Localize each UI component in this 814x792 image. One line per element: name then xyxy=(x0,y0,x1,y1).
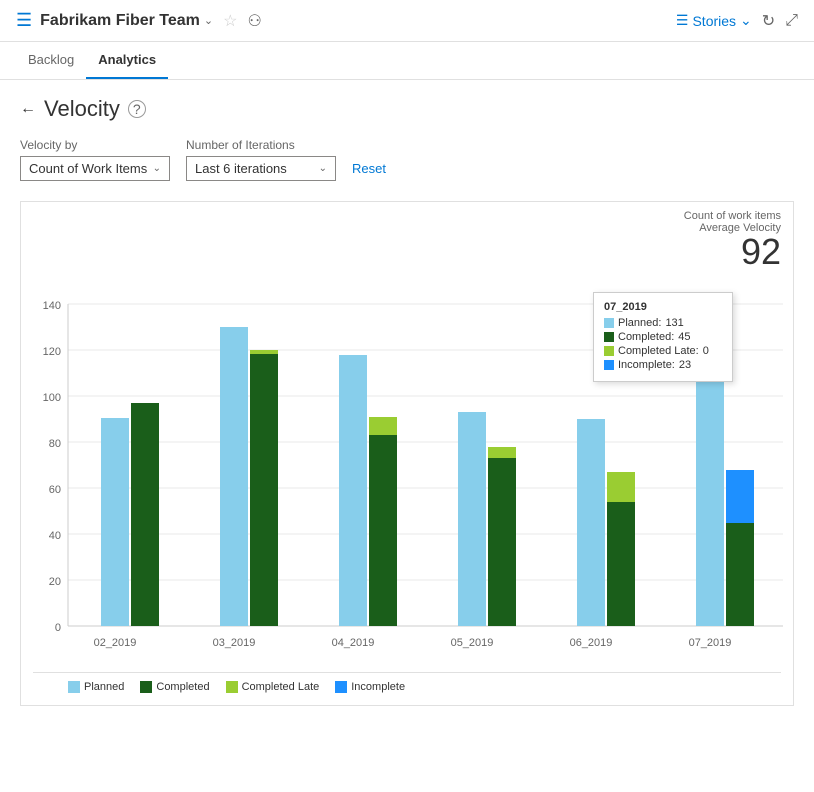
velocity-by-chevron-icon: ⌄ xyxy=(153,163,161,174)
svg-text:80: 80 xyxy=(49,438,61,450)
legend-completed-label: Completed xyxy=(156,681,209,693)
iterations-label: Number of Iterations xyxy=(186,138,336,152)
bar-05-completed-late xyxy=(488,447,516,458)
velocity-by-value: Count of Work Items xyxy=(29,161,147,176)
svg-text:140: 140 xyxy=(43,300,61,312)
chart-meta-value: 92 xyxy=(684,234,781,270)
reset-button[interactable]: Reset xyxy=(352,156,386,181)
tooltip-planned-value: 131 xyxy=(665,317,683,329)
legend-incomplete: Incomplete xyxy=(335,681,405,693)
svg-text:20: 20 xyxy=(49,576,61,588)
bar-06-completed-late xyxy=(607,472,635,502)
help-icon[interactable]: ? xyxy=(128,100,146,118)
legend-completed-late: Completed Late xyxy=(226,681,320,693)
x-label-05: 05_2019 xyxy=(451,637,494,649)
x-label-02: 02_2019 xyxy=(94,637,137,649)
page-header: ← Velocity ? xyxy=(20,96,794,122)
bar-03-completed-late xyxy=(250,350,278,354)
tooltip-sprint: 07_2019 xyxy=(604,301,722,313)
tabs-bar: Backlog Analytics xyxy=(0,42,814,80)
stories-button[interactable]: ☰ Stories ⌄ xyxy=(676,12,752,29)
chart-meta-label1: Count of work items xyxy=(684,210,781,222)
svg-text:40: 40 xyxy=(49,530,61,542)
tooltip-planned-label: Planned: xyxy=(618,317,661,329)
iterations-select[interactable]: Last 6 iterations ⌄ xyxy=(186,156,336,181)
legend-completed-late-label: Completed Late xyxy=(242,681,320,693)
legend-incomplete-label: Incomplete xyxy=(351,681,405,693)
legend-completed: Completed xyxy=(140,681,209,693)
tab-analytics[interactable]: Analytics xyxy=(86,42,168,79)
app-icon: ☰ xyxy=(16,10,32,31)
legend-completed-late-color xyxy=(226,681,238,693)
tooltip-planned-row: Planned: 131 xyxy=(604,317,722,329)
legend-completed-color xyxy=(140,681,152,693)
legend-planned: Planned xyxy=(68,681,124,693)
main-content: ← Velocity ? Velocity by Count of Work I… xyxy=(0,80,814,722)
page-title: Velocity xyxy=(44,96,120,122)
team-chevron-icon[interactable]: ⌄ xyxy=(204,14,213,27)
bar-07-incomplete xyxy=(726,470,754,523)
bar-05-completed xyxy=(488,458,516,626)
bar-07-completed xyxy=(726,523,754,626)
tooltip-incomplete-label: Incomplete: xyxy=(618,359,675,371)
tooltip-incomplete-value: 23 xyxy=(679,359,691,371)
tooltip-completed-late-value: 0 xyxy=(703,345,709,357)
tooltip-incomplete-color xyxy=(604,360,614,370)
bar-05-planned xyxy=(458,412,486,626)
tooltip-completed-late-color xyxy=(604,346,614,356)
tooltip-completed-late-label: Completed Late: xyxy=(618,345,699,357)
header-right: ☰ Stories ⌄ ↻ ⤢ xyxy=(676,11,798,31)
chart-legend: Planned Completed Completed Late Incompl… xyxy=(33,672,781,693)
stories-label: Stories xyxy=(692,13,736,29)
chart-tooltip: 07_2019 Planned: 131 Completed: 45 Compl… xyxy=(593,292,733,382)
bar-04-completed xyxy=(369,435,397,626)
stories-chevron-icon: ⌄ xyxy=(740,12,752,29)
x-label-03: 03_2019 xyxy=(213,637,256,649)
svg-text:100: 100 xyxy=(43,392,61,404)
x-label-06: 06_2019 xyxy=(570,637,613,649)
iterations-chevron-icon: ⌄ xyxy=(319,163,327,174)
x-label-04: 04_2019 xyxy=(332,637,375,649)
x-label-07: 07_2019 xyxy=(689,637,732,649)
tooltip-completed-label: Completed: xyxy=(618,331,674,343)
tooltip-planned-color xyxy=(604,318,614,328)
svg-text:60: 60 xyxy=(49,484,61,496)
team-members-icon[interactable]: ⚇ xyxy=(247,11,261,31)
expand-icon[interactable]: ⤢ xyxy=(785,12,798,30)
svg-text:120: 120 xyxy=(43,346,61,358)
back-button[interactable]: ← xyxy=(20,100,36,118)
bar-06-planned xyxy=(577,419,605,626)
velocity-by-filter: Velocity by Count of Work Items ⌄ xyxy=(20,138,170,181)
tooltip-completed-row: Completed: 45 xyxy=(604,331,722,343)
iterations-filter: Number of Iterations Last 6 iterations ⌄ xyxy=(186,138,336,181)
tab-backlog[interactable]: Backlog xyxy=(16,42,86,79)
favorite-icon[interactable]: ☆ xyxy=(223,11,237,31)
stories-icon: ☰ xyxy=(676,12,689,29)
legend-planned-label: Planned xyxy=(84,681,124,693)
tooltip-completed-color xyxy=(604,332,614,342)
filters-bar: Velocity by Count of Work Items ⌄ Number… xyxy=(20,138,794,181)
header: ☰ Fabrikam Fiber Team ⌄ ☆ ⚇ ☰ Stories ⌄ … xyxy=(0,0,814,42)
legend-incomplete-color xyxy=(335,681,347,693)
tooltip-incomplete-row: Incomplete: 23 xyxy=(604,359,722,371)
bar-03-completed xyxy=(250,352,278,626)
bar-06-completed xyxy=(607,502,635,626)
bar-02-completed xyxy=(131,403,159,626)
chart-meta: Count of work items Average Velocity 92 xyxy=(684,210,781,270)
chart-area: Count of work items Average Velocity 92 … xyxy=(20,201,794,706)
tooltip-completed-late-row: Completed Late: 0 xyxy=(604,345,722,357)
team-name: Fabrikam Fiber Team xyxy=(40,12,200,30)
bar-03-planned xyxy=(220,327,248,626)
bar-04-planned xyxy=(339,355,367,626)
tooltip-completed-value: 45 xyxy=(678,331,690,343)
refresh-icon[interactable]: ↻ xyxy=(762,11,775,31)
iterations-value: Last 6 iterations xyxy=(195,161,287,176)
svg-text:0: 0 xyxy=(55,622,61,634)
velocity-by-label: Velocity by xyxy=(20,138,170,152)
bar-04-completed-late xyxy=(369,417,397,435)
legend-planned-color xyxy=(68,681,80,693)
bar-02-planned xyxy=(101,418,129,626)
velocity-by-select[interactable]: Count of Work Items ⌄ xyxy=(20,156,170,181)
